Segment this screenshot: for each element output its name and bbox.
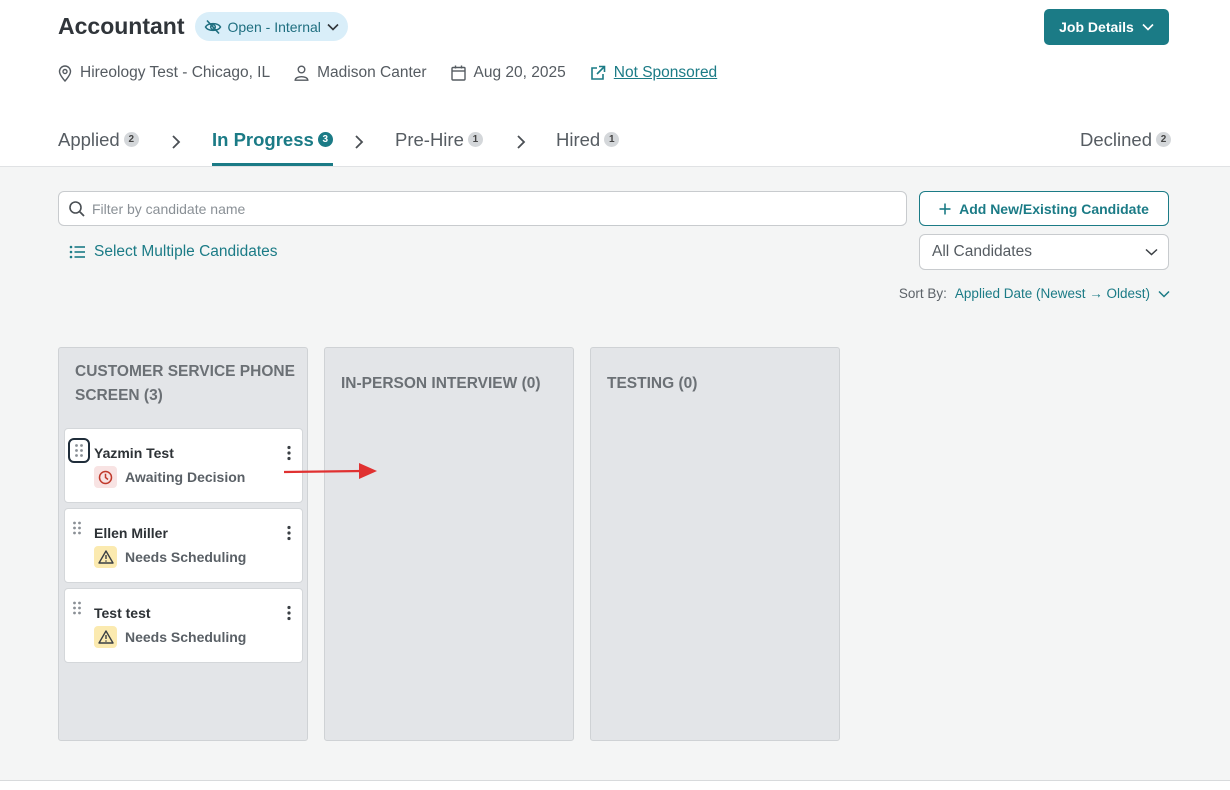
add-candidate-button[interactable]: Add New/Existing Candidate — [919, 191, 1169, 226]
location-meta: Hireology Test - Chicago, IL — [58, 64, 270, 82]
kebab-menu-icon[interactable] — [284, 605, 294, 621]
add-candidate-label: Add New/Existing Candidate — [959, 200, 1149, 217]
tab-pre-hire[interactable]: Pre-Hire 1 — [395, 122, 483, 166]
chevron-down-icon — [1158, 290, 1170, 298]
sponsorship-meta[interactable]: Not Sponsored — [590, 64, 717, 82]
candidate-status: Needs Scheduling — [94, 546, 246, 568]
drag-handle-icon[interactable] — [72, 521, 82, 535]
date-text: Aug 20, 2025 — [473, 64, 566, 81]
recruiter-text: Madison Canter — [317, 64, 427, 81]
candidate-name[interactable]: Ellen Miller — [94, 525, 168, 541]
candidate-search-input[interactable] — [92, 200, 872, 217]
drag-handle-icon[interactable] — [68, 438, 90, 463]
stage-column-phone-screen: CUSTOMER SERVICE PHONE SCREEN (3) Yazmin… — [58, 347, 308, 741]
tab-label: Hired — [556, 129, 601, 150]
column-title: CUSTOMER SERVICE PHONE SCREEN (3) — [75, 363, 295, 404]
search-icon — [69, 200, 85, 217]
kebab-menu-icon[interactable] — [284, 445, 294, 461]
tab-hired[interactable]: Hired 1 — [556, 122, 620, 166]
tab-count-badge: 2 — [1156, 132, 1171, 147]
sort-dropdown[interactable]: Applied Date (Newest → Oldest) — [955, 286, 1170, 301]
job-details-button[interactable]: Job Details — [1044, 9, 1169, 45]
candidate-status-label: Needs Scheduling — [125, 549, 247, 565]
tab-applied[interactable]: Applied 2 — [58, 122, 139, 166]
tab-in-progress[interactable]: In Progress 3 — [212, 122, 333, 166]
stage-tabs: Applied 2 In Progress 3 Pre-Hire 1 Hired… — [58, 122, 1171, 166]
select-multiple-label: Select Multiple Candidates — [94, 243, 278, 260]
tab-count-badge: 3 — [317, 132, 333, 147]
tab-label: In Progress — [212, 129, 314, 150]
select-multiple-button[interactable]: Select Multiple Candidates — [69, 243, 278, 261]
column-title: TESTING (0) — [607, 375, 698, 392]
job-status-dropdown[interactable]: Open - Internal — [194, 12, 348, 41]
kebab-menu-icon[interactable] — [284, 525, 294, 541]
candidate-name[interactable]: Yazmin Test — [94, 445, 174, 461]
candidate-status-label: Awaiting Decision — [125, 469, 246, 485]
drag-handle-icon[interactable] — [72, 601, 82, 615]
eye-off-icon — [204, 19, 221, 34]
sort-control: Sort By: Applied Date (Newest → Oldest) — [899, 286, 1170, 301]
search-field[interactable] — [58, 191, 907, 226]
chevron-down-icon — [1142, 23, 1154, 31]
sort-label: Sort By: — [898, 286, 947, 301]
job-title: Accountant — [58, 13, 185, 39]
person-icon — [294, 65, 309, 81]
plus-icon — [939, 203, 951, 214]
job-details-label: Job Details — [1059, 19, 1134, 35]
filter-selected-value: All Candidates — [932, 243, 1032, 260]
location-pin-icon — [58, 64, 72, 82]
candidate-status: Needs Scheduling — [94, 626, 246, 648]
tab-declined[interactable]: Declined 2 — [1080, 122, 1171, 166]
page-header: Accountant Open - Internal Job Details H… — [0, 0, 1230, 166]
recruiter-meta: Madison Canter — [294, 64, 427, 82]
chevron-down-icon — [1145, 248, 1158, 256]
tab-count-badge: 1 — [604, 132, 620, 147]
candidate-status: Awaiting Decision — [94, 466, 245, 488]
candidate-card[interactable]: Test test Needs Scheduling — [64, 588, 303, 663]
candidate-status-label: Needs Scheduling — [125, 629, 247, 645]
drag-direction-arrow — [283, 463, 377, 479]
tab-label: Pre-Hire — [395, 129, 464, 150]
chevron-down-icon — [327, 23, 339, 31]
candidate-name[interactable]: Test test — [94, 605, 151, 621]
job-status-label: Open - Internal — [227, 18, 321, 35]
warning-icon — [94, 626, 117, 648]
external-link-icon — [590, 65, 606, 80]
calendar-icon — [450, 65, 466, 81]
job-meta-row: Hireology Test - Chicago, IL Madison Can… — [58, 64, 741, 82]
candidate-card[interactable]: Yazmin Test Awaiting Decision — [64, 428, 303, 503]
list-icon — [69, 245, 85, 259]
candidate-filter-select[interactable]: All Candidates — [919, 234, 1169, 270]
tab-label: Applied — [58, 129, 120, 150]
tab-label: Declined — [1080, 129, 1152, 150]
location-text: Hireology Test - Chicago, IL — [80, 64, 271, 81]
title-row: Accountant Open - Internal — [58, 12, 348, 41]
sponsorship-link[interactable]: Not Sponsored — [614, 64, 717, 82]
chevron-right-icon — [172, 135, 181, 149]
date-meta: Aug 20, 2025 — [450, 64, 566, 82]
tab-count-badge: 2 — [123, 132, 139, 147]
column-title: IN-PERSON INTERVIEW (0) — [341, 375, 541, 392]
clock-icon — [94, 466, 117, 488]
chevron-right-icon — [355, 135, 364, 149]
tab-count-badge: 1 — [467, 132, 483, 147]
pipeline-board-area: Add New/Existing Candidate Select Multip… — [0, 166, 1230, 781]
sort-value-text: Applied Date (Newest → Oldest) — [954, 286, 1150, 301]
warning-icon — [94, 546, 117, 568]
chevron-right-icon — [517, 135, 526, 149]
stage-column-in-person-interview: IN-PERSON INTERVIEW (0) — [324, 347, 574, 741]
stage-column-testing: TESTING (0) — [590, 347, 840, 741]
candidate-card[interactable]: Ellen Miller Needs Scheduling — [64, 508, 303, 583]
